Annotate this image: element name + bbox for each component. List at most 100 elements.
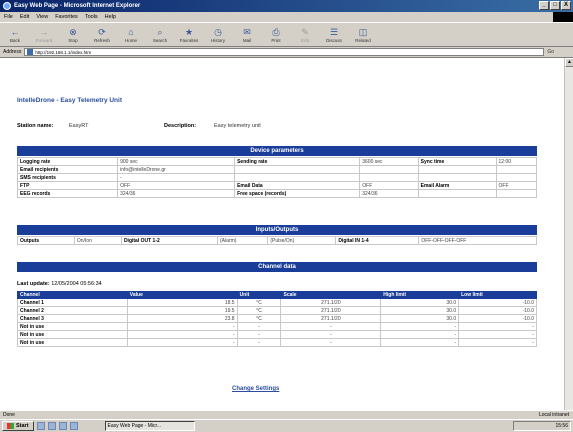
channel-name: Channel 3	[17, 314, 128, 323]
toolbar-forward-button[interactable]: → Forward	[33, 27, 55, 43]
quicklaunch-icon[interactable]	[58, 422, 67, 430]
device-parameters-header: Device parameters	[17, 146, 537, 156]
status-bar: Done Local intranet	[0, 410, 573, 419]
io-cell: (Pulse/On)	[267, 236, 337, 245]
ie-icon	[3, 2, 11, 10]
quicklaunch-icon[interactable]	[47, 422, 56, 430]
menu-help[interactable]: Help	[105, 14, 116, 20]
channel-cell: °C	[236, 298, 282, 307]
toolbar-label: Related	[355, 37, 371, 43]
channel-table: Channel Value Unit Scale High limit Low limit…	[17, 291, 537, 347]
taskbar-task-ie[interactable]: Easy Web Page - Micr...	[104, 421, 195, 431]
channel-name: Not in use	[17, 330, 128, 339]
windows-flag-icon	[7, 423, 14, 429]
toolbar-back-button[interactable]: ← Back	[4, 27, 26, 43]
toolbar-search-button[interactable]: ⌕ Search	[149, 27, 171, 43]
param-label: Sync time	[417, 157, 497, 166]
menu-edit[interactable]: Edit	[20, 14, 29, 20]
toolbar-refresh-button[interactable]: ⟳ Refresh	[91, 27, 113, 43]
param-value	[359, 173, 419, 182]
address-value: http://192.168.1.1/index.htm	[35, 49, 92, 55]
param-value: 324/36	[359, 189, 419, 198]
channel-cell: -	[458, 338, 537, 347]
related-icon: ◫	[358, 26, 368, 37]
param-value: 12:00	[495, 157, 538, 166]
start-button[interactable]: Start	[2, 421, 34, 431]
last-update-label: Last update:	[17, 281, 50, 287]
go-button[interactable]: Go	[547, 49, 554, 55]
toolbar-print-button[interactable]: ⎙ Print	[265, 27, 287, 43]
toolbar-history-button[interactable]: ◷ History	[207, 27, 229, 43]
param-label	[234, 165, 361, 174]
address-bar: Address http://192.168.1.1/index.htm Go	[0, 47, 573, 58]
change-settings-link[interactable]: Change Settings	[232, 386, 279, 392]
favorites-icon: ★	[184, 26, 194, 37]
status-text: Done	[3, 412, 15, 418]
param-label: Free space (records)	[234, 189, 361, 198]
page-icon	[27, 49, 34, 55]
channel-cell: 30.0	[380, 314, 460, 323]
address-label: Address	[3, 49, 22, 55]
channel-data-header: Channel data	[17, 262, 537, 272]
close-button[interactable]: X	[561, 1, 571, 10]
discuss-icon: ☰	[329, 26, 339, 37]
param-value	[495, 165, 538, 174]
io-cell: Digital IN 1-4	[335, 236, 420, 245]
minimize-button[interactable]: _	[539, 1, 549, 10]
toolbar-related-button[interactable]: ◫ Related	[352, 27, 374, 43]
channel-cell: -	[280, 322, 382, 331]
channel-cell: °C	[236, 314, 282, 323]
maximize-button[interactable]: □	[550, 1, 560, 10]
window-titlebar: Easy Web Page - Microsoft Internet Explo…	[0, 0, 573, 12]
scroll-up-arrow-icon[interactable]: ▲	[565, 58, 573, 67]
table-row: Channel 2 19.5 °C 271.1/20 30.0 -10.0	[17, 306, 537, 315]
last-update: Last update: 12/05/2004 05:56:34	[17, 281, 102, 287]
toolbar-label: Forward	[35, 37, 53, 43]
toolbar-mail-button[interactable]: ✉ Mail	[236, 27, 258, 43]
menu-tools[interactable]: Tools	[85, 14, 98, 20]
table-row: FTP OFF Email Data OFF Email Alarm OFF	[16, 181, 538, 190]
toolbar-home-button[interactable]: ⌂ Home	[120, 27, 142, 43]
channel-cell: -	[280, 330, 382, 339]
vertical-scrollbar[interactable]: ▲	[564, 58, 573, 410]
station-name-label: Station name:	[17, 123, 54, 129]
param-value	[495, 189, 538, 198]
edit-icon: ✎	[301, 26, 309, 37]
toolbar-label: History	[210, 37, 225, 43]
quicklaunch-icon[interactable]	[36, 422, 45, 430]
page-content: IntelleDrone - Easy Telemetry Unit Stati…	[0, 58, 564, 410]
menu-favorites[interactable]: Favorites	[55, 14, 78, 20]
toolbar-stop-button[interactable]: ⊗ Stop	[62, 27, 84, 43]
column-header: High limit	[380, 291, 460, 299]
menu-file[interactable]: File	[4, 14, 13, 20]
mail-icon: ✉	[243, 26, 251, 37]
table-row: Channel 1 18.5 °C 271.1/20 30.0 -10.0	[17, 298, 537, 307]
forward-icon: →	[39, 26, 49, 37]
home-icon: ⌂	[128, 26, 134, 37]
table-row: Email recipients info@intelleDrone.gr	[16, 165, 538, 174]
param-label	[417, 173, 497, 182]
address-input[interactable]: http://192.168.1.1/index.htm	[24, 48, 545, 56]
channel-cell: 19.5	[126, 306, 238, 315]
column-header: Unit	[236, 291, 282, 299]
toolbar-discuss-button[interactable]: ☰ Discuss	[323, 27, 345, 43]
param-value	[359, 165, 419, 174]
toolbar-edit-button[interactable]: ✎ Edit	[294, 27, 316, 43]
toolbar-favorites-button[interactable]: ★ Favorites	[178, 27, 200, 43]
channel-cell: 18.5	[126, 298, 238, 307]
channel-cell: °C	[236, 306, 282, 315]
table-row: Not in use - - - - -	[17, 330, 537, 339]
menu-view[interactable]: View	[36, 14, 48, 20]
channel-cell: -	[458, 322, 537, 331]
channel-cell: 271.1/20	[280, 314, 382, 323]
menu-bar: File Edit View Favorites Tools Help	[0, 12, 573, 30]
standard-toolbar: ← Back → Forward ⊗ Stop ⟳ Refresh ⌂ Home ⌕ Search ★ F…	[0, 22, 573, 47]
clock: 15:56	[555, 423, 568, 429]
print-icon: ⎙	[272, 26, 280, 37]
param-value: -	[117, 173, 236, 182]
quicklaunch-icon[interactable]	[69, 422, 78, 430]
channel-cell: -	[126, 330, 238, 339]
table-row: Not in use - - - - -	[17, 322, 537, 331]
param-label: Email recipients	[16, 165, 119, 174]
channel-cell: -	[126, 338, 238, 347]
